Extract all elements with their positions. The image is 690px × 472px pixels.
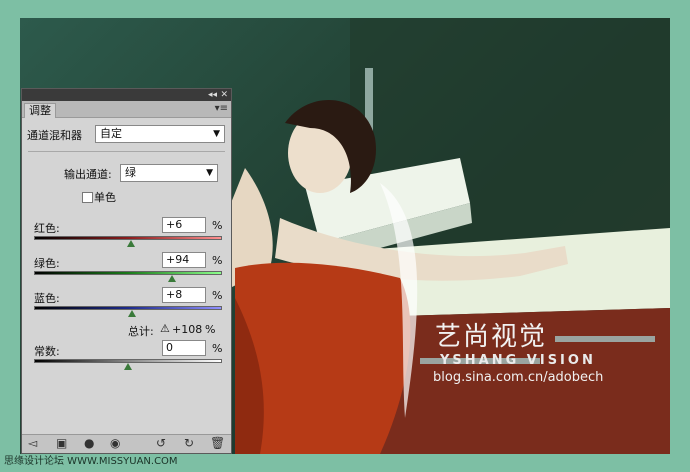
total-label: 总计:	[128, 325, 154, 338]
watermark-title: 艺尚视觉	[435, 322, 548, 352]
panel-menu-icon[interactable]: ▾≡	[215, 103, 228, 114]
divider	[28, 151, 225, 152]
reset-icon[interactable]: ↻	[184, 436, 194, 450]
green-slider-track[interactable]	[34, 271, 222, 275]
eye-icon[interactable]: ◉	[110, 436, 120, 450]
total-unit: %	[205, 323, 216, 336]
output-channel-label: 输出通道:	[64, 168, 112, 181]
green-value-input[interactable]: +94	[162, 252, 206, 268]
blue-value-input[interactable]: +8	[162, 287, 206, 303]
mixer-label: 通道混和器	[27, 129, 82, 142]
constant-unit: %	[212, 342, 223, 355]
adjustments-panel: ◂◂ ✕ 调整 ▾≡ 通道混和器 自定 ▼ 输出通道: 绿 ▼ 单色 红色: +…	[21, 88, 232, 454]
monochrome-checkbox[interactable]	[82, 192, 93, 203]
output-channel-value: 绿	[125, 166, 136, 179]
warning-icon: ⚠	[160, 322, 170, 335]
monochrome-label: 单色	[94, 191, 116, 204]
watermark-subtitle: YSHANG VISION	[440, 353, 596, 368]
green-label: 绿色:	[34, 257, 60, 270]
previous-state-icon[interactable]: ↺	[156, 436, 166, 450]
constant-label: 常数:	[34, 345, 60, 358]
constant-slider-thumb[interactable]	[124, 363, 132, 370]
collapse-icon[interactable]: ◂◂	[208, 89, 217, 101]
chevron-down-icon: ▼	[206, 168, 213, 178]
panel-bottom-toolbar: ◅ ▣ ● ◉ ↺ ↻ 🗑	[22, 434, 231, 453]
red-slider-thumb[interactable]	[126, 240, 135, 247]
blue-label: 蓝色:	[34, 292, 60, 305]
red-label: 红色:	[34, 222, 60, 235]
blue-unit: %	[212, 289, 223, 302]
panel-titlebar[interactable]: ◂◂ ✕	[22, 89, 231, 101]
chevron-down-icon: ▼	[213, 129, 220, 139]
trash-icon[interactable]: 🗑	[210, 436, 225, 450]
constant-value-input[interactable]: 0	[162, 340, 206, 356]
green-slider-thumb[interactable]	[168, 275, 177, 282]
preset-select[interactable]: 自定 ▼	[95, 125, 225, 143]
clip-layer-icon[interactable]: ▣	[56, 436, 67, 450]
blue-slider-thumb[interactable]	[127, 310, 136, 317]
total-value: +108	[172, 323, 203, 336]
watermark-url: blog.sina.com.cn/adobech	[433, 370, 604, 385]
red-unit: %	[212, 219, 223, 232]
green-unit: %	[212, 254, 223, 267]
preset-value: 自定	[100, 127, 122, 140]
footer-credit: 思缘设计论坛 WWW.MISSYUAN.COM	[4, 456, 178, 467]
back-arrow-icon[interactable]: ◅	[28, 436, 37, 450]
close-icon[interactable]: ✕	[220, 89, 228, 101]
output-channel-select[interactable]: 绿 ▼	[120, 164, 218, 182]
tab-adjustments[interactable]: 调整	[24, 103, 56, 118]
visibility-toggle-icon[interactable]: ●	[84, 436, 94, 450]
panel-tab-row: 调整 ▾≡	[22, 101, 231, 118]
red-value-input[interactable]: +6	[162, 217, 206, 233]
